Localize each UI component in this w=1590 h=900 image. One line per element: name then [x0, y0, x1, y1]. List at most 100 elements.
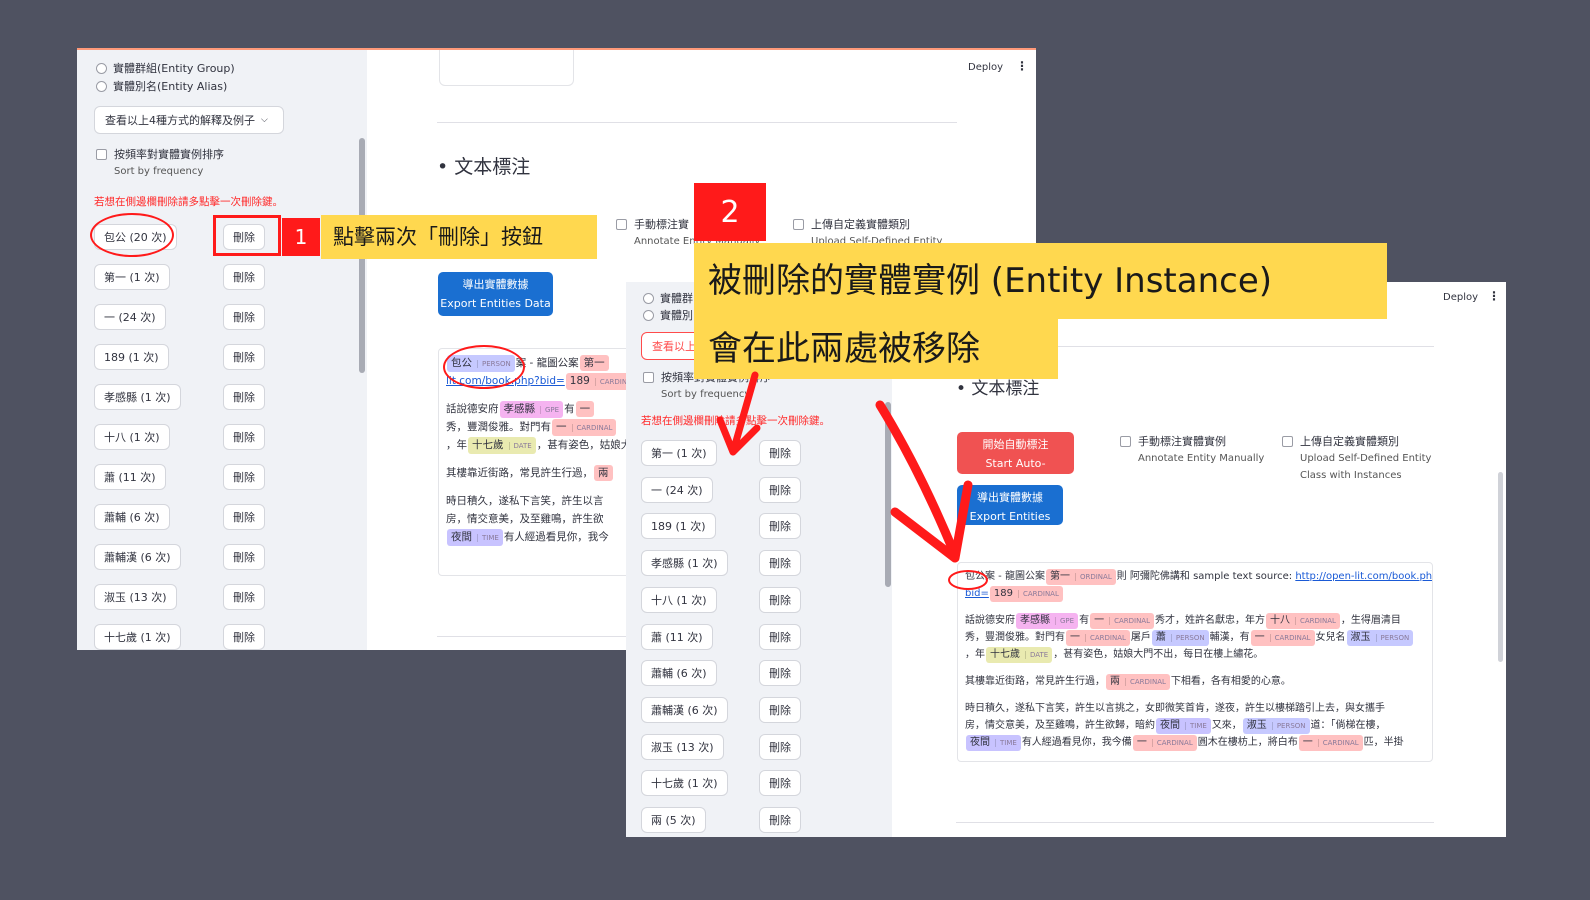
deploy-button[interactable]: Deploy [1443, 292, 1478, 303]
delete-button[interactable]: 刪除 [759, 586, 801, 613]
upload-class-checkbox[interactable]: 上傳自定義實體類別 Upload Self-Defined Entity Class… [1282, 433, 1431, 484]
delete-button[interactable]: 刪除 [223, 384, 265, 410]
checkbox-box[interactable] [1282, 436, 1293, 447]
entity-instance-button[interactable]: 蕭輔漢 (6 次) [641, 696, 728, 723]
entity-instance-button[interactable]: 蕭輔漢 (6 次) [94, 544, 181, 570]
entity-instance-button[interactable]: 蕭 (11 次) [641, 623, 713, 650]
entity-tag-date[interactable]: 十七歲 DATE [468, 437, 536, 454]
entity-instance-button[interactable]: 十八 (1 次) [641, 586, 717, 613]
entity-tag-person[interactable]: 淑玉 PERSON [1242, 718, 1310, 734]
entity-tag-cardinal[interactable]: 十八 CARDINAL [1266, 613, 1340, 629]
main-scrollbar[interactable] [1498, 472, 1503, 662]
delete-button[interactable]: 刪除 [223, 624, 265, 650]
checkbox-box[interactable] [616, 219, 627, 230]
entity-tag-time[interactable]: 夜間 TIME [447, 529, 503, 546]
entity-instance-button[interactable]: 淑玉 (13 次) [641, 733, 724, 760]
entity-tag-time[interactable]: 夜間 TIME [1156, 718, 1211, 734]
entity-tag-gpe[interactable]: 孝感縣 GPE [499, 401, 564, 418]
export-entities-button[interactable]: 導出實體數據 Export Entities Data [957, 485, 1063, 542]
delete-button[interactable]: 刪除 [759, 550, 801, 577]
entity-instance-button[interactable]: 孝感縣 (1 次) [94, 384, 181, 410]
entity-tag-gpe[interactable]: 孝感縣 GPE [1016, 613, 1079, 629]
entity-instance-button[interactable]: 十七歲 (1 次) [94, 624, 181, 650]
text-span: 房，情交意美，及至雞鳴，許生欲歸，暗約 [965, 720, 1155, 731]
entity-instance-button[interactable]: 蕭 (11 次) [94, 464, 166, 490]
kebab-menu-icon[interactable]: ⋮ [1488, 289, 1500, 303]
checkbox-box[interactable] [1120, 436, 1131, 447]
step-1-badge: 1 [282, 218, 320, 256]
entity-instance-button[interactable]: 十八 (1 次) [94, 424, 170, 450]
entity-instance-button[interactable]: 蕭輔 (6 次) [94, 504, 170, 530]
delete-button[interactable]: 刪除 [759, 807, 801, 833]
radio-entity-alias[interactable]: 實體別 [643, 307, 693, 323]
entity-tag-time[interactable]: 夜間 TIME [966, 735, 1021, 751]
checkbox-box[interactable] [793, 219, 804, 230]
entity-instance-button[interactable]: 189 (1 次) [641, 513, 716, 540]
delete-button[interactable]: 刪除 [223, 504, 265, 530]
delete-button[interactable]: 刪除 [223, 584, 265, 610]
entity-instance-button[interactable]: 蕭輔 (6 次) [641, 660, 717, 687]
radio-circle[interactable] [643, 292, 654, 304]
delete-button[interactable]: 刪除 [223, 304, 265, 330]
delete-button[interactable]: 刪除 [759, 623, 801, 650]
tag-text: 夜間 [451, 531, 472, 543]
radio-circle[interactable] [96, 62, 107, 74]
entity-tag-cardinal[interactable]: 一 CARDINAL [1090, 613, 1154, 629]
entity-tag-person[interactable]: 蕭 PERSON [1151, 630, 1209, 646]
entity-tag-cardinal[interactable]: 一 [575, 401, 595, 417]
entity-tag-cardinal[interactable]: 一 CARDINAL [1250, 630, 1315, 646]
entity-tag-cardinal[interactable]: 一 CARDINAL [1066, 630, 1130, 646]
source-link[interactable]: http://open-lit.com/book.ph [1295, 571, 1432, 582]
radio-circle[interactable] [96, 80, 107, 92]
entity-instance-button[interactable]: 一 (24 次) [641, 476, 713, 503]
delete-button[interactable]: 刪除 [759, 476, 801, 503]
delete-button[interactable]: 刪除 [759, 440, 801, 466]
deploy-button[interactable]: Deploy [968, 62, 1003, 73]
entity-instance-button[interactable]: 孝感縣 (1 次) [641, 550, 728, 577]
delete-button[interactable]: 刪除 [223, 464, 265, 490]
entity-tag-ordinal[interactable]: 第一 ORDINAL [1045, 569, 1116, 585]
radio-entity-group[interactable]: 實體群 [643, 290, 693, 306]
sidebar-scrollbar[interactable] [885, 402, 891, 587]
radio-entity-alias[interactable]: 實體別名(Entity Alias) [96, 78, 227, 94]
delete-button[interactable]: 刪除 [759, 513, 801, 540]
manual-annotate-checkbox[interactable]: 手動標注實體實例 Annotate Entity Manually [1120, 433, 1264, 467]
delete-button[interactable]: 刪除 [759, 696, 801, 723]
start-auto-annotation-button[interactable]: 開始自動標注 Start Auto-Annotation [957, 432, 1074, 489]
entity-tag-cardinal[interactable]: 189 CARDINAL [989, 586, 1063, 602]
checkbox-box[interactable] [96, 149, 107, 160]
checkbox-box[interactable] [643, 372, 654, 383]
entity-tag-cardinal[interactable]: 一 CARDINAL [552, 419, 617, 436]
delete-button[interactable]: 刪除 [759, 733, 801, 760]
kebab-menu-icon[interactable]: ⋮ [1016, 59, 1028, 73]
entity-tag-cardinal[interactable]: 兩 CARDINAL [1106, 674, 1170, 690]
entity-tag-date[interactable]: 十七歲 DATE [986, 647, 1053, 663]
entity-tag-person[interactable]: 淑玉 PERSON [1346, 630, 1414, 646]
entity-instance-button[interactable]: 淑玉 (13 次) [94, 584, 177, 610]
entity-tag-ordinal[interactable]: 第一 [579, 355, 609, 371]
entity-instance-button[interactable]: 兩 (5 次) [641, 807, 706, 833]
delete-button[interactable]: 刪除 [759, 660, 801, 687]
entity-instance-button[interactable]: 189 (1 次) [94, 344, 169, 370]
radio-entity-group[interactable]: 實體群組(Entity Group) [96, 60, 235, 76]
entity-instance-button[interactable]: 十七歲 (1 次) [641, 770, 728, 797]
entity-tag-cardinal[interactable]: 一 CARDINAL [1298, 735, 1363, 751]
entity-instance-button[interactable]: 第一 (1 次) [94, 264, 170, 290]
sort-frequency-checkbox[interactable]: 按頻率對實體實例排序 Sort by frequency [96, 146, 224, 180]
tag-label: CARDINAL [1125, 678, 1166, 686]
entity-instance-button[interactable]: 第一 (1 次) [641, 440, 717, 466]
export-entities-button[interactable]: 導出實體數據 Export Entities Data [438, 272, 553, 316]
delete-button[interactable]: 刪除 [759, 770, 801, 797]
radio-circle[interactable] [643, 309, 654, 321]
entity-tag-cardinal[interactable]: 一 CARDINAL [1132, 735, 1197, 751]
step-2-badge: 2 [694, 183, 766, 241]
delete-button[interactable]: 刪除 [223, 344, 265, 370]
delete-button[interactable]: 刪除 [223, 264, 265, 290]
text-span: 道：「倘梯在樓， [1310, 720, 1386, 731]
entity-tag-cardinal[interactable]: 兩 [594, 465, 613, 481]
delete-button[interactable]: 刪除 [223, 544, 265, 570]
text-span: 有人經過看見你，我今 [503, 531, 609, 543]
explain-expander[interactable]: 查看以上4種方式的解釋及例子 ⌵ [94, 106, 284, 134]
entity-instance-button[interactable]: 一 (24 次) [94, 304, 166, 330]
delete-button[interactable]: 刪除 [223, 424, 265, 450]
